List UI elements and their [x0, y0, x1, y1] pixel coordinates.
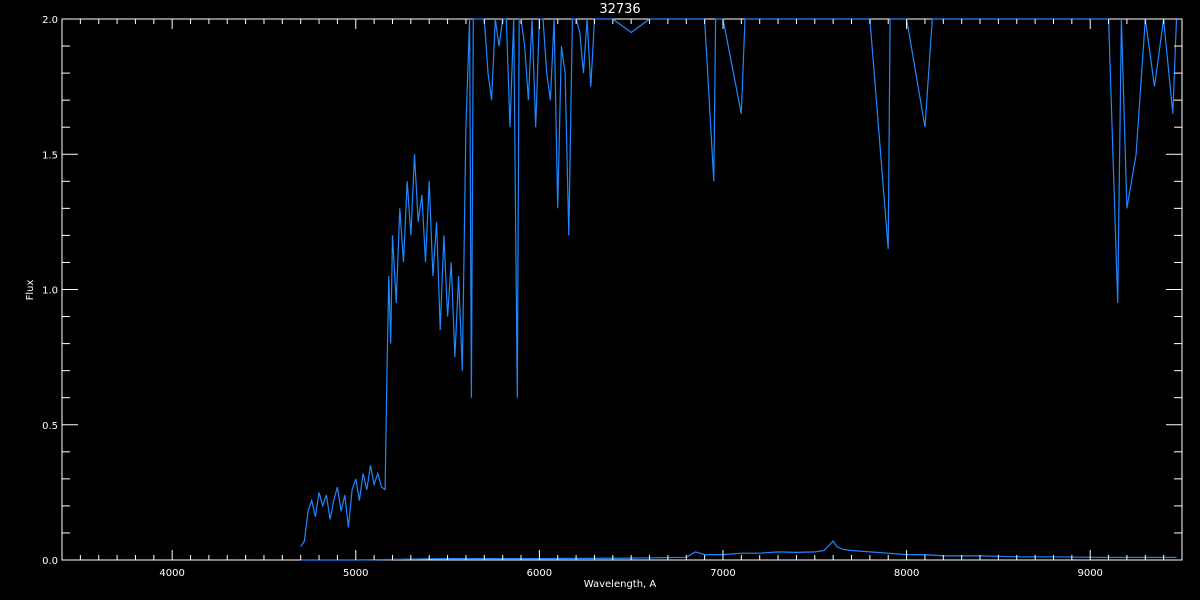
- x-axis-label: Wavelength, A: [584, 579, 657, 590]
- y-tick-label: 0.0: [42, 556, 58, 567]
- series-layer: [300, 18, 1178, 561]
- x-tick-label: 5000: [343, 568, 368, 579]
- y-tick-label: 1.0: [42, 286, 58, 297]
- x-tick-label: 9000: [1077, 568, 1102, 579]
- y-tick-label: 1.5: [42, 150, 58, 161]
- series-line-2: [300, 540, 1177, 561]
- x-tick-label: 4000: [159, 568, 184, 579]
- x-tick-label: 7000: [710, 568, 735, 579]
- plot-border: [61, 18, 1183, 561]
- y-tick-label: 0.5: [42, 421, 58, 432]
- x-axis: 4000 5000 6000 7000 8000 9000: [79, 19, 1165, 579]
- x-tick-label: 8000: [894, 568, 919, 579]
- y-axis: 0.0 0.5 1.0 1.5 2.0: [42, 15, 1182, 567]
- series-line-1: [300, 18, 1178, 547]
- x-tick-label: 6000: [527, 568, 552, 579]
- y-axis-label: Flux: [25, 280, 36, 301]
- y-tick-label: 2.0: [42, 15, 58, 26]
- chart-title: 32736: [599, 2, 640, 17]
- plot-frame: [61, 18, 1183, 561]
- spectrum-chart: 32736 4000 5000 6000 7000 8000 9000 0.0 0.5 1.0…: [25, 2, 1183, 590]
